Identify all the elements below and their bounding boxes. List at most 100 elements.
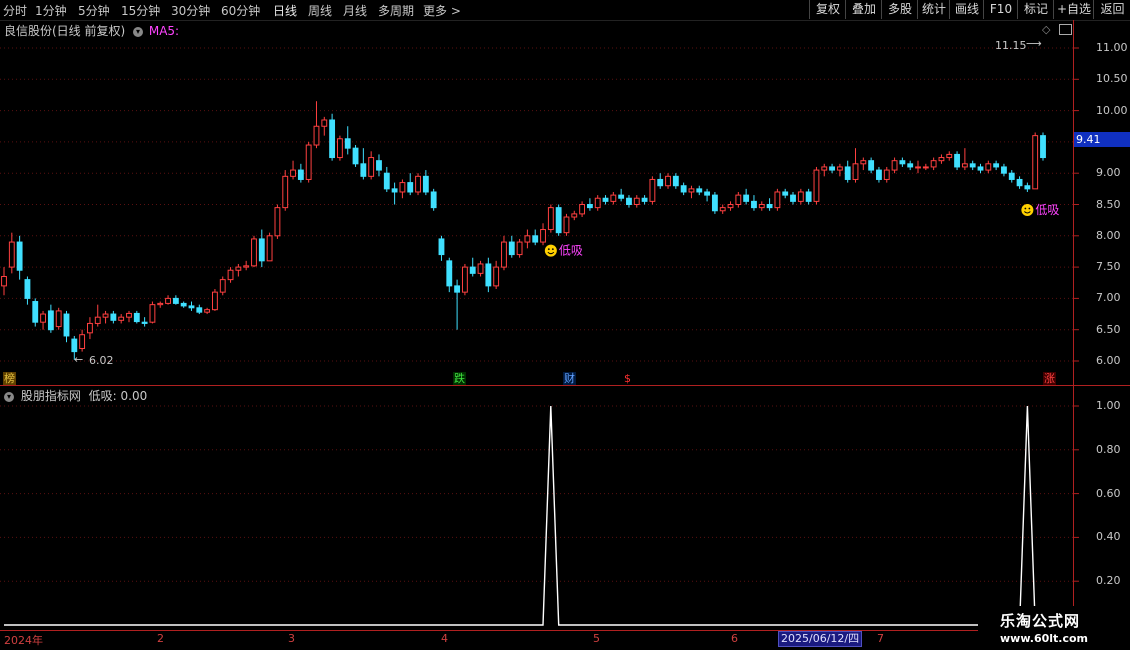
- candlestick[interactable]: [626, 195, 632, 208]
- candlestick[interactable]: [790, 191, 796, 205]
- candlestick[interactable]: [251, 235, 257, 268]
- candlestick[interactable]: [743, 188, 750, 205]
- candlestick[interactable]: [55, 307, 62, 330]
- candlestick[interactable]: [704, 188, 711, 202]
- candlestick[interactable]: [258, 229, 265, 268]
- candlestick[interactable]: [969, 160, 976, 171]
- candlestick[interactable]: [954, 151, 960, 171]
- candlestick[interactable]: [524, 229, 531, 249]
- candlestick[interactable]: [196, 304, 203, 315]
- candlestick[interactable]: [860, 157, 867, 171]
- f10-button[interactable]: F10: [983, 0, 1018, 19]
- candlestick[interactable]: [1032, 132, 1039, 190]
- candlestick[interactable]: [383, 166, 390, 192]
- candlestick[interactable]: [391, 182, 398, 205]
- candlestick[interactable]: [133, 310, 140, 324]
- candlestick[interactable]: [422, 170, 429, 196]
- candlestick[interactable]: [719, 204, 726, 214]
- period-tab-more[interactable]: 更多 >: [423, 2, 461, 19]
- candlestick[interactable]: [149, 301, 156, 324]
- candlestick[interactable]: [461, 263, 468, 296]
- statistics-button[interactable]: 统计: [917, 0, 950, 19]
- candlestick[interactable]: [907, 160, 914, 171]
- period-tab-5min[interactable]: 5分钟: [78, 2, 110, 19]
- candlestick[interactable]: [235, 263, 242, 277]
- candlestick[interactable]: [352, 145, 359, 167]
- candlestick[interactable]: [165, 295, 171, 305]
- add-favorite-button[interactable]: +自选: [1053, 0, 1094, 19]
- candlestick[interactable]: [266, 232, 273, 262]
- candlestick[interactable]: [977, 163, 984, 174]
- candlestick[interactable]: [532, 229, 539, 246]
- candlestick[interactable]: [930, 157, 937, 171]
- period-tab-daily[interactable]: 日线: [273, 2, 297, 19]
- candlestick[interactable]: [797, 188, 804, 205]
- period-tab-weekly[interactable]: 周线: [308, 2, 332, 19]
- candlestick[interactable]: [329, 113, 336, 161]
- candlestick[interactable]: [180, 301, 187, 308]
- candlestick[interactable]: [446, 257, 453, 293]
- event-tag-ranking[interactable]: 榜: [3, 372, 16, 385]
- candlestick[interactable]: [501, 235, 507, 271]
- candlestick[interactable]: [282, 170, 289, 211]
- candlestick[interactable]: [618, 188, 625, 202]
- candlestick[interactable]: [610, 191, 617, 205]
- candlestick[interactable]: [16, 235, 23, 280]
- candlestick[interactable]: [1001, 163, 1007, 177]
- candlestick[interactable]: [24, 276, 31, 305]
- candlestick[interactable]: [1008, 170, 1015, 183]
- candlestick[interactable]: [993, 160, 1000, 171]
- candlestick[interactable]: [915, 160, 921, 174]
- candlestick[interactable]: [602, 195, 609, 205]
- candlestick[interactable]: [172, 295, 179, 305]
- candlestick[interactable]: [493, 260, 500, 290]
- candlestick[interactable]: [407, 173, 414, 196]
- candlestick[interactable]: [711, 191, 718, 214]
- candlestick[interactable]: [805, 188, 812, 205]
- candlestick[interactable]: [821, 163, 828, 177]
- candlestick[interactable]: [579, 201, 586, 218]
- candlestick[interactable]: [508, 235, 515, 258]
- candlestick[interactable]: [868, 157, 875, 174]
- candlestick[interactable]: [454, 279, 461, 330]
- period-tab-30min[interactable]: 30分钟: [171, 2, 210, 19]
- candlestick[interactable]: [641, 195, 648, 205]
- candlestick[interactable]: [344, 126, 351, 155]
- candlestick[interactable]: [305, 141, 312, 183]
- candlestick[interactable]: [836, 163, 843, 177]
- candlestick[interactable]: [219, 276, 226, 296]
- candlestick[interactable]: [657, 173, 664, 189]
- candlestick[interactable]: [1024, 182, 1031, 192]
- event-tag-finance[interactable]: 财: [563, 372, 576, 385]
- candlestick[interactable]: [188, 301, 195, 311]
- event-tag-rise[interactable]: 涨: [1043, 372, 1056, 385]
- candlestick[interactable]: [141, 317, 148, 327]
- candlestick[interactable]: [844, 160, 851, 183]
- candlestick[interactable]: [852, 148, 859, 183]
- candlestick[interactable]: [649, 176, 656, 205]
- candlestick[interactable]: [813, 166, 820, 205]
- candlestick[interactable]: [774, 188, 781, 211]
- event-tag-drop[interactable]: 跌: [453, 372, 466, 385]
- candlestick[interactable]: [415, 173, 421, 196]
- candlestick[interactable]: [899, 157, 906, 167]
- candlestick[interactable]: [680, 182, 687, 196]
- candlestick[interactable]: [485, 257, 492, 293]
- candlestick[interactable]: [540, 223, 546, 246]
- candlestick-chart[interactable]: 低吸低吸: [0, 20, 1130, 386]
- candlestick[interactable]: [430, 188, 437, 211]
- candlestick[interactable]: [922, 163, 929, 171]
- candlestick[interactable]: [477, 260, 484, 277]
- candlestick[interactable]: [212, 289, 218, 311]
- period-tab-15min[interactable]: 15分钟: [121, 2, 160, 19]
- candlestick[interactable]: [876, 166, 882, 183]
- candlestick[interactable]: [1016, 176, 1023, 189]
- candlestick[interactable]: [297, 163, 304, 183]
- candlestick[interactable]: [126, 310, 132, 323]
- candlestick[interactable]: [938, 154, 945, 164]
- candlestick[interactable]: [32, 298, 39, 327]
- candlestick[interactable]: [360, 148, 367, 180]
- candlestick[interactable]: [79, 329, 86, 352]
- period-tab-60min[interactable]: 60分钟: [221, 2, 260, 19]
- candlestick[interactable]: [961, 148, 968, 171]
